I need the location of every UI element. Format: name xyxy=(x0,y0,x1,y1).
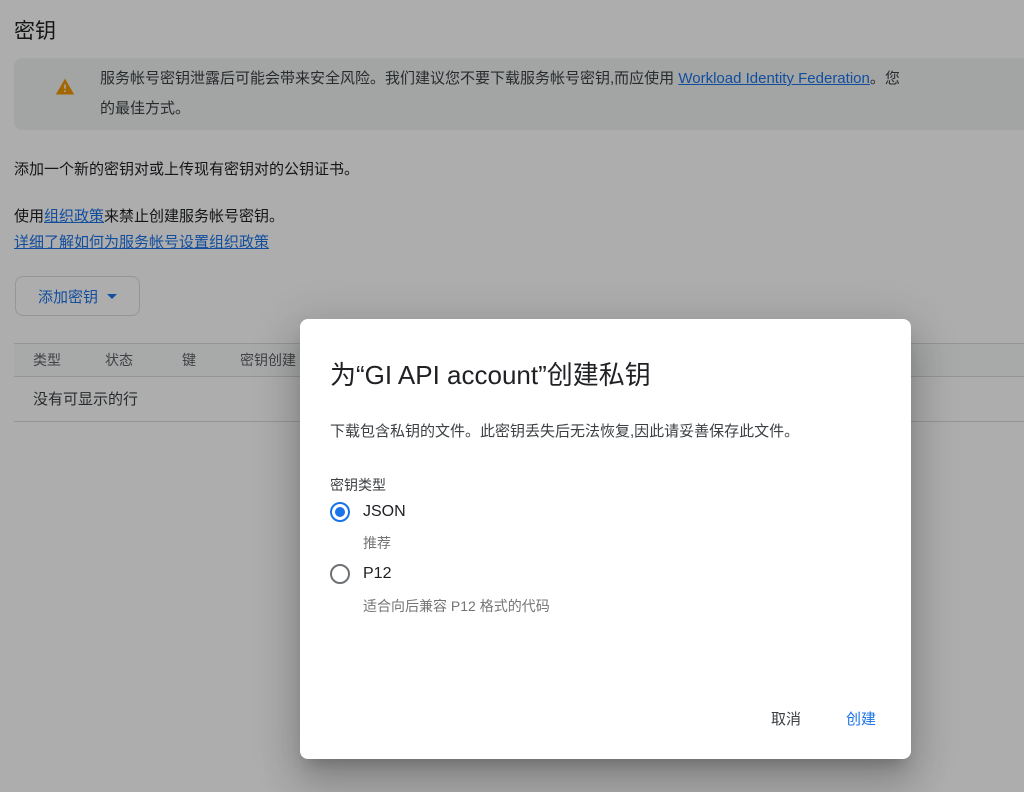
create-button[interactable]: 创建 xyxy=(844,704,878,733)
cancel-button[interactable]: 取消 xyxy=(769,704,803,733)
radio-option-p12[interactable]: P12 xyxy=(330,564,391,584)
radio-json-label: JSON xyxy=(363,503,406,521)
keys-page: 密钥 服务帐号密钥泄露后可能会带来安全风险。我们建议您不要下载服务帐号密钥,而应… xyxy=(0,0,1024,792)
radio-option-json[interactable]: JSON xyxy=(330,502,406,522)
dialog-title: 为“GI API account”创建私钥 xyxy=(330,355,651,392)
key-type-label: 密钥类型 xyxy=(330,475,386,495)
create-private-key-dialog: 为“GI API account”创建私钥 下载包含私钥的文件。此密钥丢失后无法… xyxy=(300,319,911,759)
dialog-actions: 取消 创建 xyxy=(769,704,878,733)
radio-unselected-icon[interactable] xyxy=(330,564,350,584)
radio-json-description: 推荐 xyxy=(363,533,391,553)
radio-p12-label: P12 xyxy=(363,565,391,583)
radio-p12-description: 适合向后兼容 P12 格式的代码 xyxy=(363,596,550,616)
dialog-body-text: 下载包含私钥的文件。此密钥丢失后无法恢复,因此请妥善保存此文件。 xyxy=(330,421,891,443)
radio-selected-icon[interactable] xyxy=(330,502,350,522)
